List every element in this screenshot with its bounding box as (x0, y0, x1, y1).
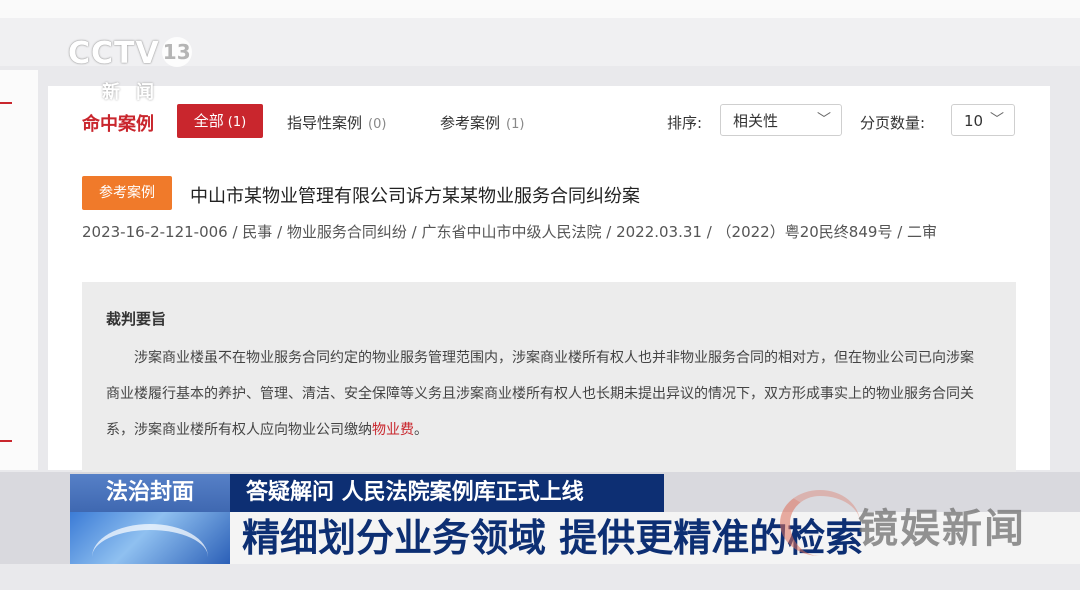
gist-highlight: 物业费 (372, 422, 414, 438)
logo-sub: 新闻 (102, 82, 170, 103)
side-marker (0, 440, 12, 442)
case-meta: 2023-16-2-121-006 / 民事 / 物业服务合同纠纷 / 广东省中… (82, 223, 938, 241)
side-marker (0, 102, 12, 104)
program-emblem (70, 512, 230, 564)
watermark-text: 镜娱新闻 (858, 506, 1026, 552)
tab-reference-cases[interactable]: 参考案例 (1) (440, 112, 524, 133)
tab-guiding-cases[interactable]: 指导性案例 (0) (287, 112, 386, 133)
page-size-select[interactable]: 10 ﹀ (951, 104, 1015, 136)
sort-value: 相关性 (733, 112, 779, 130)
channel-logo: CCTV 13 新闻 (68, 36, 192, 103)
tab-all-count: (1) (227, 115, 247, 130)
gist-end: 。 (414, 422, 428, 438)
sort-label: 排序: (667, 114, 703, 132)
chevron-down-icon: ﹀ (990, 112, 1004, 128)
tab-all[interactable]: 全部 (1) (177, 104, 263, 138)
watermark: 镜娱新闻 (780, 490, 1080, 560)
top-strip (0, 0, 1080, 18)
gist-text: 涉案商业楼虽不在物业服务合同约定的物业服务管理范围内，涉案商业楼所有权人也并非物… (106, 340, 986, 448)
logo-channel-number: 13 (161, 37, 192, 67)
gist-body: 涉案商业楼虽不在物业服务合同约定的物业服务管理范围内，涉案商业楼所有权人也并非物… (106, 350, 974, 438)
chevron-down-icon: ﹀ (817, 112, 831, 128)
tab-reference-label: 参考案例 (440, 114, 501, 132)
page-size-label: 分页数量: (860, 114, 926, 132)
logo-brand: CCTV (68, 36, 160, 71)
headline-top: 答疑解问 人民法院案例库正式上线 (230, 474, 664, 512)
tab-guiding-label: 指导性案例 (287, 114, 363, 132)
sort-select[interactable]: 相关性 ﹀ (720, 104, 842, 136)
left-side-panel (0, 70, 38, 470)
hits-label: 命中案例 (82, 114, 154, 135)
tab-reference-count: (1) (506, 117, 525, 132)
tab-all-label: 全部 (193, 112, 224, 130)
judgment-gist-box: 裁判要旨 涉案商业楼虽不在物业服务合同约定的物业服务管理范围内，涉案商业楼所有权… (82, 282, 1016, 472)
program-tag: 法治封面 (70, 474, 230, 512)
case-title-link[interactable]: 中山市某物业管理有限公司诉方某某物业服务合同纠纷案 (190, 182, 640, 208)
tab-guiding-count: (0) (368, 117, 387, 132)
case-type-badge: 参考案例 (82, 176, 172, 210)
watermark-swoosh-icon (780, 490, 860, 556)
gist-heading: 裁判要旨 (106, 310, 167, 328)
emblem-arc (92, 524, 208, 590)
page-size-value: 10 (964, 112, 984, 130)
